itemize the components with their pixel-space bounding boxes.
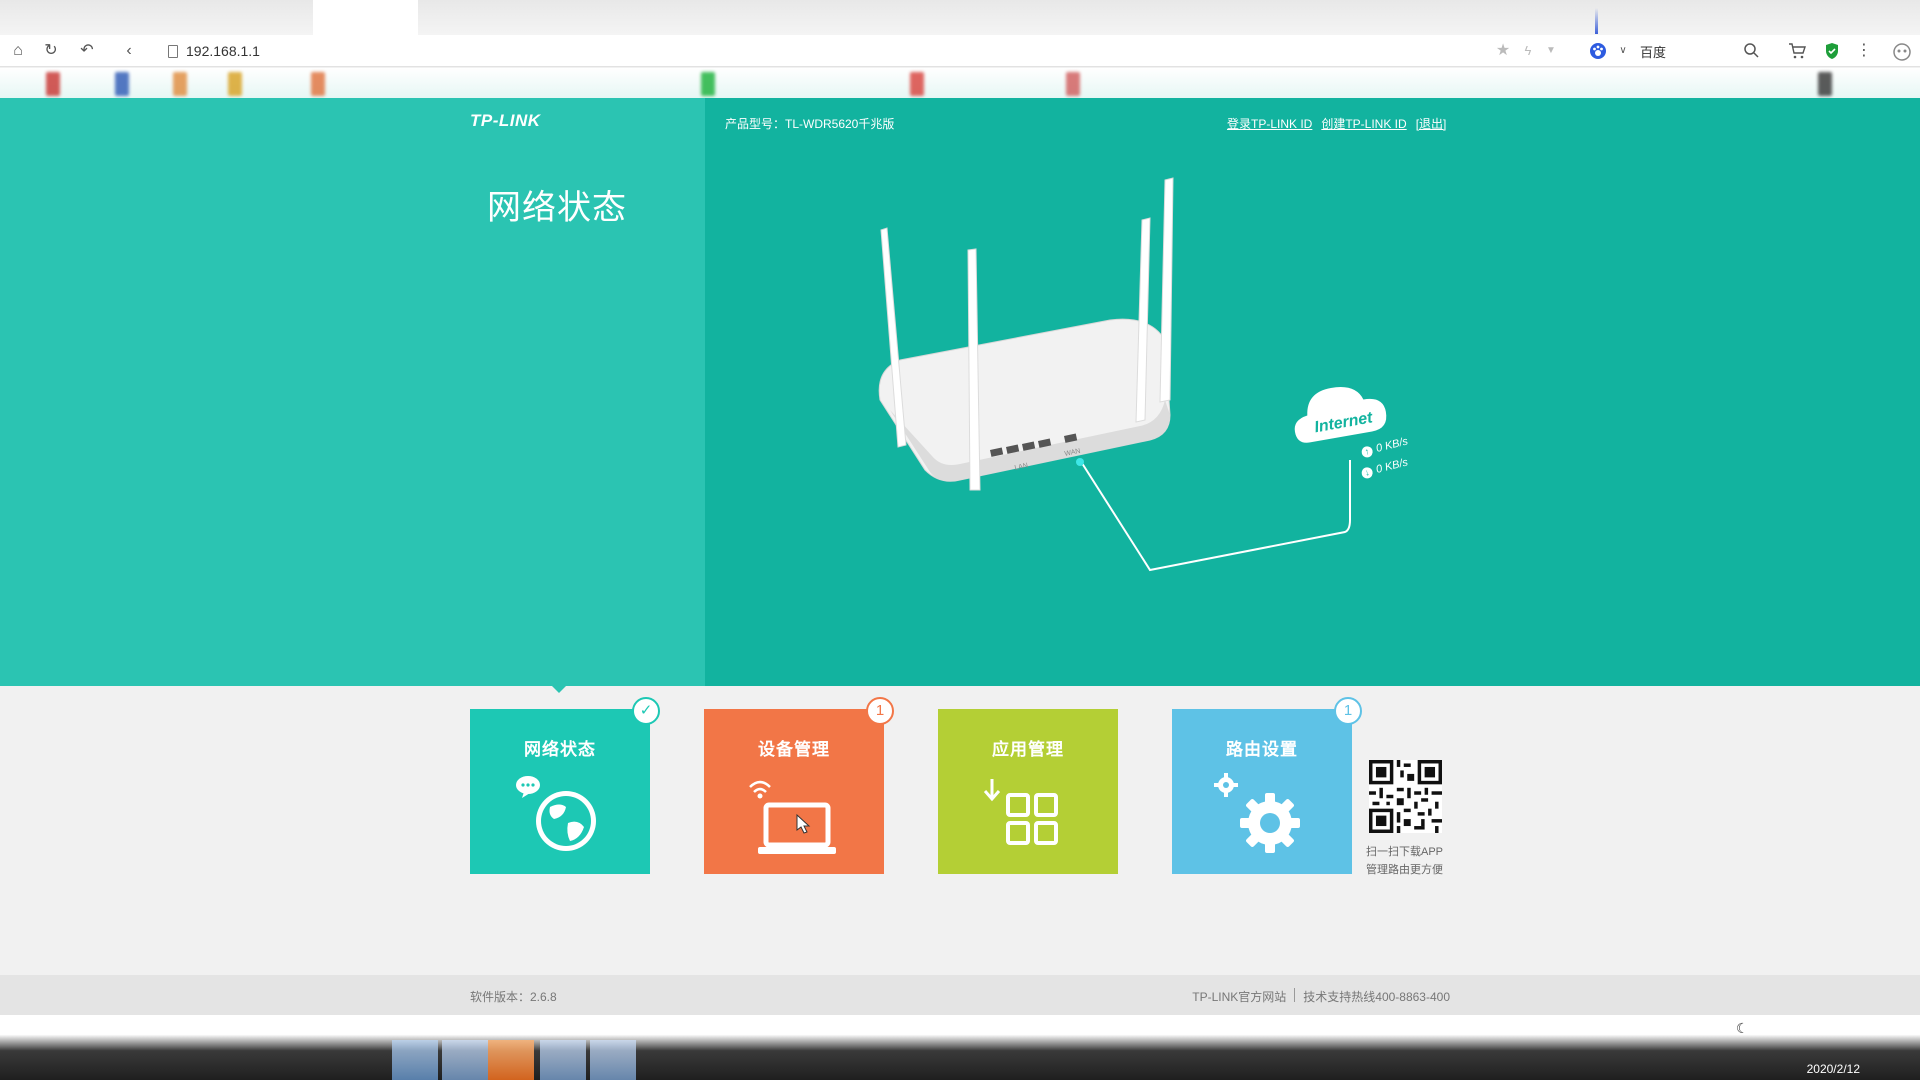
qr-caption: 扫一扫下载APP 管理路由更方便 xyxy=(1366,843,1443,879)
taskbar-app-button[interactable] xyxy=(442,1040,488,1080)
url-text[interactable]: 192.168.1.1 xyxy=(186,43,260,59)
device-count-badge: 1 xyxy=(866,697,894,725)
login-link[interactable]: 登录TP-LINK ID xyxy=(1227,115,1312,132)
upload-arrow-icon: ↑ xyxy=(1360,444,1374,459)
cart-icon[interactable] xyxy=(1788,42,1806,60)
product-model: 产品型号：TL-WDR5620千兆版 xyxy=(725,117,895,131)
search-engine-label[interactable]: 百度 xyxy=(1640,42,1666,61)
tab-indicator xyxy=(1595,8,1598,34)
tile-label: 网络状态 xyxy=(524,740,596,759)
official-site-link[interactable]: TP-LINK官方网站 xyxy=(1192,988,1286,1005)
bookmark-bar xyxy=(0,68,1920,98)
footer-divider xyxy=(1294,988,1296,1002)
software-version: 软件版本：2.6.8 xyxy=(470,990,557,1004)
lightning-icon[interactable]: ϟ xyxy=(1519,42,1537,60)
browser-toolbar: ⌂ ↻ ↶ ‹ 192.168.1.1 ★ ϟ ▼ ∨ 百度 ⋮ xyxy=(0,35,1920,67)
create-id-link[interactable]: 创建TP-LINK ID xyxy=(1321,115,1406,132)
router-illustration: LAN WAN Internet xyxy=(878,177,1387,572)
tile-router-settings[interactable]: 路由设置 1 xyxy=(1172,697,1362,874)
undo-icon[interactable]: ↶ xyxy=(78,42,96,60)
chevron-down-icon[interactable]: ▼ xyxy=(1542,42,1560,60)
bookmark-item[interactable] xyxy=(228,72,242,96)
tile-label: 路由设置 xyxy=(1226,740,1298,759)
address-bar[interactable]: 192.168.1.1 xyxy=(168,39,260,63)
laptop-wifi-icon xyxy=(749,780,836,854)
app-grid-icon xyxy=(983,779,1058,845)
qr-caption-line: 管理路由更方便 xyxy=(1366,864,1443,876)
tile-device-management[interactable]: 设备管理 1 xyxy=(704,697,894,874)
lan-port-label: LAN xyxy=(1014,462,1029,472)
qr-caption-line: 扫一扫下载APP xyxy=(1366,846,1444,858)
active-tile-pointer xyxy=(550,684,568,693)
status-check-badge: ✓ xyxy=(632,697,660,725)
home-icon[interactable]: ⌂ xyxy=(9,42,27,60)
taskbar-app-button[interactable] xyxy=(488,1040,534,1080)
logout-link[interactable]: [退出] xyxy=(1416,115,1447,132)
refresh-icon[interactable]: ↻ xyxy=(42,42,60,60)
profile-icon[interactable] xyxy=(1890,42,1914,61)
app-download-qr-code xyxy=(1369,760,1442,833)
page-icon xyxy=(168,44,178,58)
os-taskbar xyxy=(0,1015,1920,1080)
download-arrow-icon: ↓ xyxy=(1360,465,1374,480)
tile-label: 应用管理 xyxy=(992,740,1064,759)
bookmark-item[interactable] xyxy=(115,72,129,96)
system-clock-date[interactable]: 2020/2/12 xyxy=(1807,1062,1860,1076)
globe-icon xyxy=(516,776,596,851)
footer-links: TP-LINK官方网站 技术支持热线400-8863-400 xyxy=(1192,988,1450,1005)
back-icon[interactable]: ‹ xyxy=(120,42,138,60)
taskbar-app-button[interactable] xyxy=(392,1040,438,1080)
account-links: 登录TP-LINK ID 创建TP-LINK ID [退出] xyxy=(1227,115,1446,132)
bookmark-item[interactable] xyxy=(46,72,60,96)
search-icon[interactable] xyxy=(1742,42,1760,60)
shield-icon[interactable] xyxy=(1823,42,1841,60)
bookmark-item[interactable] xyxy=(1066,72,1080,96)
bookmark-item[interactable] xyxy=(173,72,187,96)
tp-link-logo: TP-LINK xyxy=(470,111,541,130)
night-mode-icon[interactable]: ☾ xyxy=(1736,1020,1749,1037)
star-icon[interactable]: ★ xyxy=(1494,42,1512,60)
bookmark-item[interactable] xyxy=(910,72,924,96)
tile-network-status[interactable]: 网络状态 ✓ xyxy=(470,697,660,874)
bookmark-item[interactable] xyxy=(311,72,325,96)
tile-app-management[interactable]: 应用管理 xyxy=(938,709,1118,874)
taskbar-app-button[interactable] xyxy=(590,1040,636,1080)
page-title: 网络状态 xyxy=(487,189,627,227)
more-icon[interactable]: ⋮ xyxy=(1855,42,1873,60)
page-footer: 软件版本：2.6.8 TP-LINK官方网站 技术支持热线400-8863-40… xyxy=(0,975,1920,1015)
bookmark-item[interactable] xyxy=(701,72,715,96)
taskbar-app-button[interactable] xyxy=(540,1040,586,1080)
gear-icon xyxy=(1214,773,1300,853)
browser-tab-strip xyxy=(0,0,1920,35)
router-update-badge: 1 xyxy=(1334,697,1362,725)
active-tab[interactable] xyxy=(313,0,418,35)
tile-label: 设备管理 xyxy=(758,740,830,759)
engine-dropdown-icon[interactable]: ∨ xyxy=(1614,42,1632,60)
support-hotline: 技术支持热线400-8863-400 xyxy=(1303,990,1450,1004)
baidu-paw-icon[interactable] xyxy=(1589,42,1607,60)
bookmark-item[interactable] xyxy=(1818,72,1832,96)
